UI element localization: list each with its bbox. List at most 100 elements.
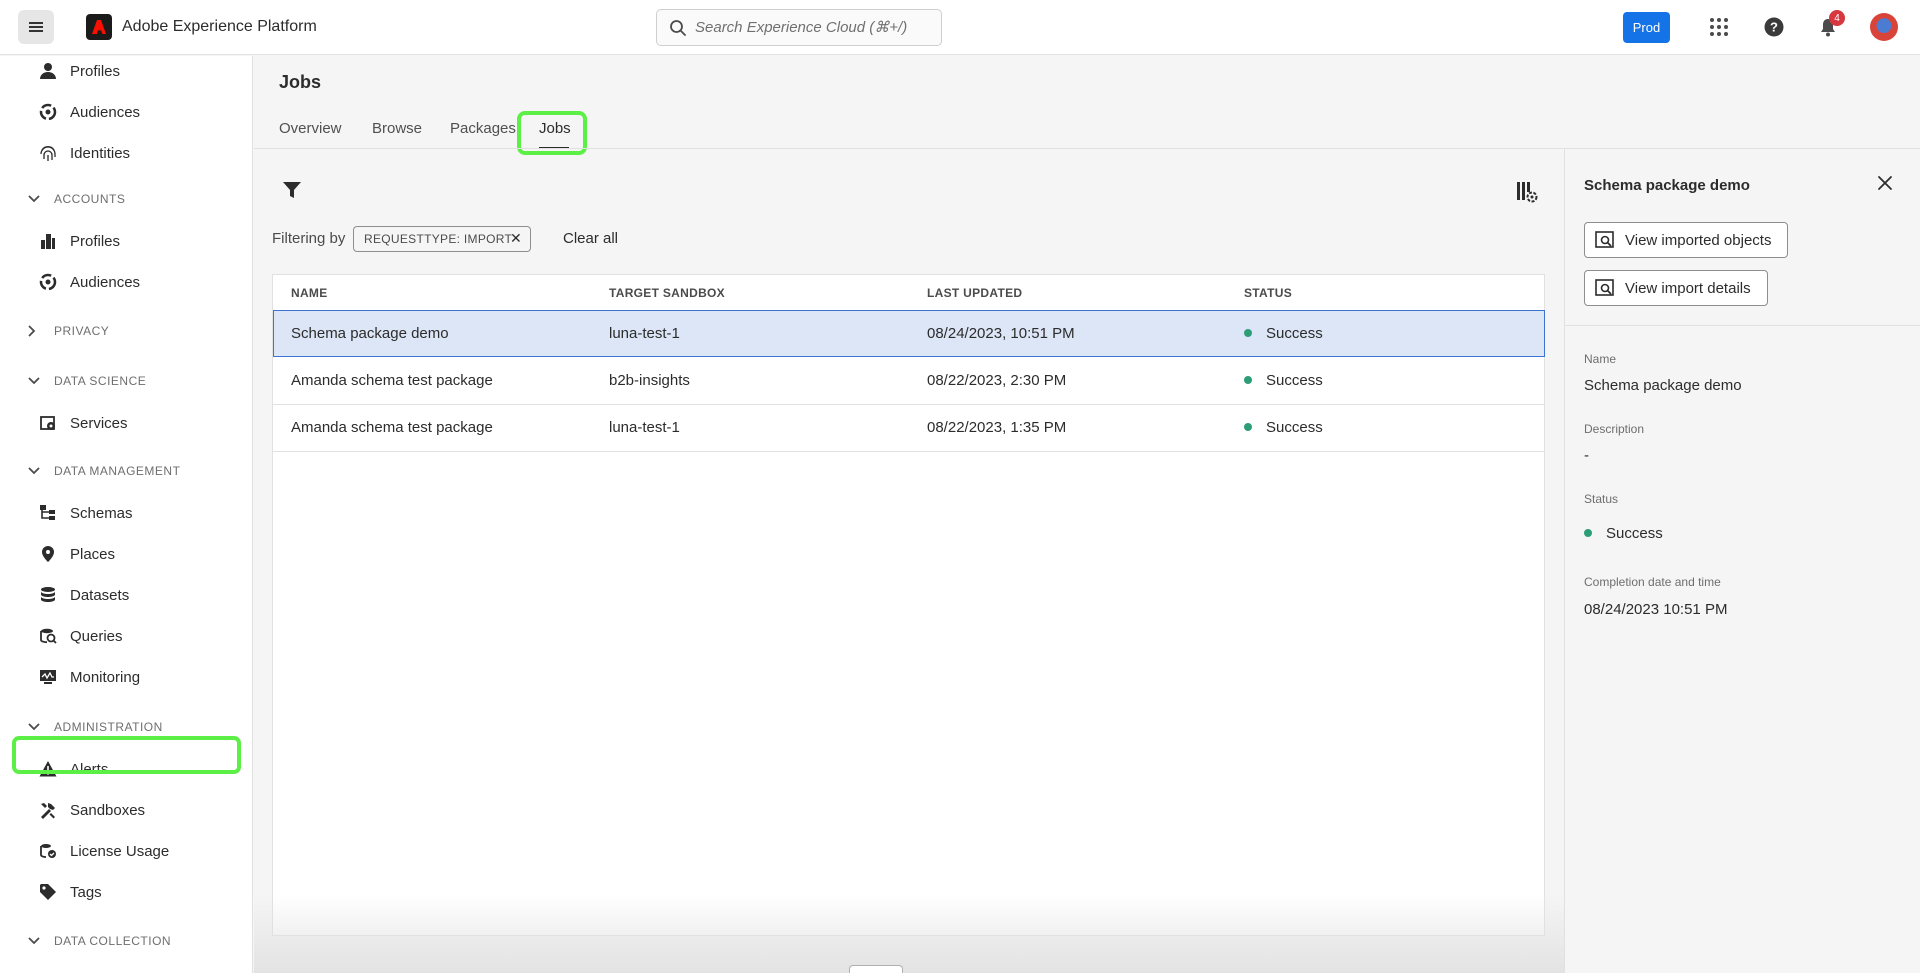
sidebar-item-label: Profiles [70,62,121,80]
help-icon[interactable]: ? [1761,14,1787,40]
app-title: Adobe Experience Platform [122,18,317,35]
view-import-details-button[interactable]: View import details [1584,270,1768,306]
sidebar-item-profiles[interactable]: Profiles [38,56,120,86]
environment-button[interactable]: Prod [1623,12,1670,43]
cell-last-updated: 08/22/2023, 1:35 PM [927,419,1067,436]
section-label: PRIVACY [54,324,110,338]
status-dot-icon [1244,376,1252,384]
chevron-down-icon [28,723,42,731]
sidebar-item-label: Services [70,414,128,432]
adobe-logo-icon [86,14,112,40]
sidebar-section-data-science[interactable]: DATA SCIENCE [28,371,146,391]
column-header-status[interactable]: STATUS [1244,286,1292,300]
sidebar-item-tags[interactable]: Tags [38,877,102,907]
tab-browse[interactable]: Browse [372,120,422,137]
bottom-drawer-handle[interactable] [849,965,903,973]
sidebar-item-sandboxes[interactable]: Sandboxes [38,795,145,825]
user-avatar[interactable] [1870,13,1898,41]
cell-name: Amanda schema test package [291,372,493,389]
sidebar-item-audiences[interactable]: Audiences [38,97,140,127]
filtering-by-label: Filtering by [272,230,346,247]
cell-status: Success [1244,372,1323,389]
preview-icon [1595,279,1615,297]
sidebar-item-monitoring[interactable]: Monitoring [38,662,140,692]
cell-status: Success [1244,325,1323,342]
remove-filter-icon[interactable]: ✕ [510,230,522,247]
brand[interactable]: Adobe Experience Platform [86,14,317,40]
cell-name: Schema package demo [291,325,449,342]
cell-last-updated: 08/22/2023, 2:30 PM [927,372,1067,389]
sidebar-item-license-usage[interactable]: License Usage [38,836,169,866]
cell-target-sandbox: luna-test-1 [609,419,680,436]
sidebar-item-services[interactable]: Services [38,408,128,438]
status-dot-icon [1584,529,1592,537]
sidebar-item-datasets[interactable]: Datasets [38,580,129,610]
database-icon [38,585,58,605]
view-imported-objects-button[interactable]: View imported objects [1584,222,1789,258]
sidebar-item-label: Places [70,545,116,563]
cell-target-sandbox: luna-test-1 [609,325,680,342]
sidebar-item-label: Audiences [70,103,141,121]
search-icon [670,19,686,36]
sidebar-item-account-profiles[interactable]: Profiles [38,226,120,256]
sidebar-item-account-audiences[interactable]: Audiences [38,267,140,297]
hamburger-icon [29,26,43,28]
column-header-name[interactable]: NAME [291,286,328,300]
column-settings-icon[interactable] [1516,181,1538,207]
search-input[interactable] [695,19,925,36]
sidebar-item-schemas[interactable]: Schemas [38,498,133,528]
sidebar-item-queries[interactable]: Queries [38,621,123,651]
table-row[interactable]: Amanda schema test package luna-test-1 0… [273,405,1544,452]
button-label: View import details [1625,279,1751,297]
column-header-target-sandbox[interactable]: TARGET SANDBOX [609,286,725,300]
person-icon [38,61,58,81]
cell-name: Amanda schema test package [291,419,493,436]
column-header-last-updated[interactable]: LAST UPDATED [927,286,1022,300]
sidebar-section-privacy[interactable]: PRIVACY [28,321,109,341]
table-header: NAME TARGET SANDBOX LAST UPDATED STATUS [273,275,1544,310]
sandbox-icon [38,800,58,820]
table-row[interactable]: Amanda schema test package b2b-insights … [273,358,1544,405]
sidebar-item-identities[interactable]: Identities [38,138,130,168]
tab-packages[interactable]: Packages [450,120,516,137]
section-label: ACCOUNTS [54,192,126,206]
apps-grid-icon[interactable] [1706,14,1732,40]
sidebar-section-administration[interactable]: ADMINISTRATION [28,717,163,737]
chevron-down-icon [28,937,42,945]
status-text: Success [1266,372,1323,389]
svg-text:?: ? [1770,20,1778,35]
panel-title: Schema package demo [1584,177,1750,194]
filter-chip-label: REQUESTTYPE: IMPORT [364,232,513,246]
status-dot-icon [1244,329,1252,337]
sidebar-section-data-collection[interactable]: DATA COLLECTION [28,931,171,951]
chevron-down-icon [28,467,42,475]
chevron-right-icon [28,325,42,337]
preview-icon [1595,231,1615,249]
sidebar-item-label: Schemas [70,504,133,522]
section-label: ADMINISTRATION [54,720,163,734]
query-icon [38,626,58,646]
filter-icon[interactable] [282,180,302,204]
tab-overview[interactable]: Overview [279,120,342,137]
hamburger-menu-button[interactable] [18,10,54,44]
filter-chip[interactable]: REQUESTTYPE: IMPORT ✕ [353,226,531,252]
field-value-completion: 08/24/2023 10:51 PM [1584,601,1728,618]
sidebar-section-accounts[interactable]: ACCOUNTS [28,189,125,209]
status-dot-icon [1244,423,1252,431]
close-icon[interactable] [1877,175,1893,195]
section-label: DATA COLLECTION [54,934,172,948]
section-label: DATA SCIENCE [54,374,147,388]
global-search[interactable] [656,9,942,46]
table-row[interactable]: Schema package demo luna-test-1 08/24/20… [273,310,1545,357]
pin-icon [38,544,58,564]
sidebar-item-places[interactable]: Places [38,539,115,569]
sidebar-section-data-management[interactable]: DATA MANAGEMENT [28,461,180,481]
field-value-name: Schema package demo [1584,377,1742,394]
clear-all-button[interactable]: Clear all [563,230,618,247]
notifications-button[interactable]: 4 [1815,10,1845,40]
monitoring-icon [38,667,58,687]
sidebar-item-label: License Usage [70,842,170,860]
field-value-status: Success [1584,525,1663,542]
tag-icon [38,882,58,902]
chevron-down-icon [28,377,42,385]
